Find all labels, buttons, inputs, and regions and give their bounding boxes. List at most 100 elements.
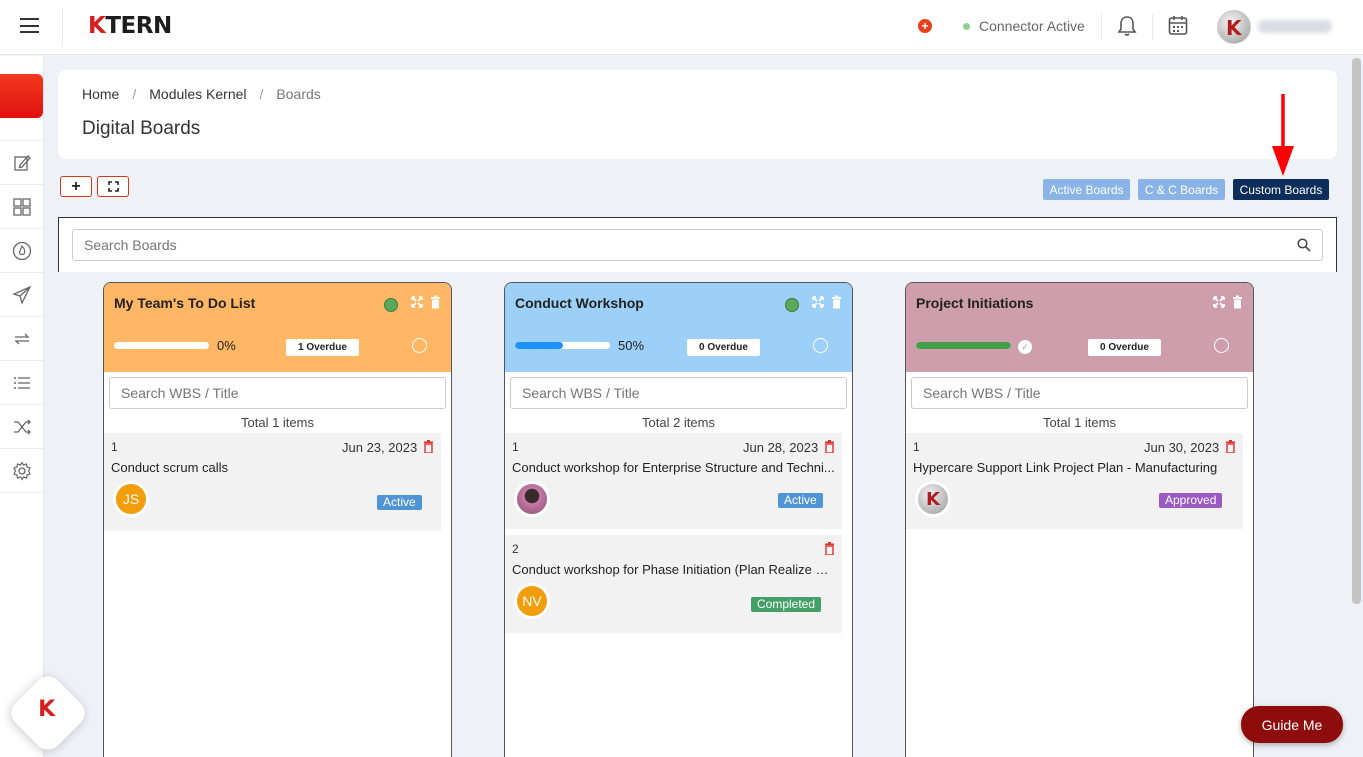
sidebar-item-shuffle[interactable] (0, 405, 43, 449)
task-card[interactable]: 1 Jun 30, 2023 Hypercare Support Link Pr… (906, 433, 1243, 529)
board-header: Conduct Workshop 50% 0 Overdue (505, 283, 852, 372)
card-list: 1 Jun 23, 2023 Conduct scrum calls JS Ac… (104, 433, 441, 757)
progress-fill (916, 342, 1011, 349)
fullscreen-button[interactable] (97, 176, 129, 197)
sidebar-active-item[interactable] (0, 74, 43, 118)
trash-icon[interactable] (824, 440, 835, 453)
overdue-badge: 0 Overdue (687, 339, 760, 356)
avatar (514, 481, 550, 517)
board-title[interactable]: My Team's To Do List (114, 295, 255, 311)
expand-icon[interactable] (1213, 296, 1225, 308)
overdue-badge: 0 Overdue (1088, 339, 1161, 356)
grid-icon (12, 197, 31, 216)
overdue-badge: 1 Overdue (286, 339, 359, 356)
guide-me-button[interactable]: Guide Me (1241, 706, 1343, 743)
app-logo[interactable]: KTERN (88, 13, 172, 39)
sync-icon (13, 333, 30, 344)
board-progress-bar (515, 342, 610, 349)
breadcrumb-separator: / (132, 86, 137, 102)
trash-icon[interactable] (1232, 295, 1243, 309)
flame-icon (12, 241, 31, 260)
card-number: 1 (913, 440, 920, 454)
board-progress-bar (916, 342, 1011, 349)
radio-circle-icon[interactable] (1214, 338, 1229, 353)
trash-icon[interactable] (824, 542, 835, 555)
task-card[interactable]: 2 Conduct workshop for Phase Initiation … (505, 535, 842, 633)
sidebar-item-sync[interactable] (0, 317, 43, 361)
total-items: Total 1 items (241, 415, 314, 430)
board-column: Conduct Workshop 50% 0 Overdue Total 2 i… (504, 282, 853, 757)
expand-icon[interactable] (812, 296, 824, 308)
breadcrumb-home[interactable]: Home (82, 86, 119, 102)
breadcrumb: Home / Modules Kernel / Boards (82, 86, 321, 102)
avatar: K (915, 481, 951, 517)
card-title: Conduct workshop for Enterprise Structur… (512, 460, 835, 475)
list-icon (13, 376, 30, 389)
sidebar-item-fire[interactable] (0, 229, 43, 273)
add-circle-icon[interactable]: + (918, 19, 932, 33)
user-name-blurred[interactable] (1258, 20, 1332, 33)
user-avatar[interactable]: K (1217, 10, 1251, 44)
trash-icon[interactable] (430, 295, 441, 309)
add-board-button[interactable]: + (60, 176, 92, 197)
header-card: Home / Modules Kernel / Boards Digital B… (58, 70, 1337, 159)
board-progress-bar (114, 342, 209, 349)
search-wbs-input[interactable] (510, 377, 847, 409)
card-date: Jun 30, 2023 (1144, 440, 1220, 455)
card-list: 1 Jun 30, 2023 Hypercare Support Link Pr… (906, 433, 1243, 757)
sidebar-item-notes[interactable] (0, 141, 43, 185)
bell-icon[interactable] (1117, 15, 1137, 37)
board-title[interactable]: Conduct Workshop (515, 295, 644, 311)
avatar: JS (113, 481, 149, 517)
search-wbs-input[interactable] (911, 377, 1248, 409)
edit-note-icon (13, 154, 31, 171)
sidebar-item-dashboard[interactable] (0, 185, 43, 229)
tab-cc-boards[interactable]: C & C Boards (1138, 179, 1225, 200)
search-boards-input[interactable] (72, 229, 1323, 261)
breadcrumb-boards: Boards (276, 86, 321, 102)
trash-icon[interactable] (831, 295, 842, 309)
card-date: Jun 28, 2023 (743, 440, 819, 455)
tab-active-boards[interactable]: Active Boards (1043, 179, 1130, 200)
trash-icon[interactable] (423, 440, 434, 453)
progress-percent: 0% (217, 338, 236, 353)
status-badge: Approved (1159, 493, 1223, 508)
status-dot-icon (963, 22, 970, 30)
check-icon: ✓ (1018, 340, 1032, 354)
radio-circle-icon[interactable] (412, 338, 427, 353)
board-header: My Team's To Do List 0% 1 Overdue (104, 283, 451, 372)
page-scrollbar[interactable] (1352, 58, 1361, 604)
board-column: My Team's To Do List 0% 1 Overdue Total … (103, 282, 452, 757)
divider (1152, 14, 1153, 40)
board-title[interactable]: Project Initiations (916, 295, 1033, 311)
progress-percent: 50% (618, 338, 645, 353)
total-items: Total 1 items (1043, 415, 1116, 430)
task-card[interactable]: 1 Jun 23, 2023 Conduct scrum calls JS Ac… (104, 433, 441, 531)
breadcrumb-modules-kernel[interactable]: Modules Kernel (149, 86, 246, 102)
task-card[interactable]: 1 Jun 28, 2023 Conduct workshop for Ente… (505, 433, 842, 529)
card-title: Conduct scrum calls (111, 460, 229, 475)
top-bar: KTERN + Connector Active K (0, 0, 1363, 55)
total-items: Total 2 items (642, 415, 715, 430)
card-number: 1 (512, 440, 519, 454)
card-date: Jun 23, 2023 (342, 440, 418, 455)
search-wbs-input[interactable] (109, 377, 446, 409)
radio-circle-icon[interactable] (813, 338, 828, 353)
expand-icon[interactable] (411, 296, 423, 308)
card-list: 1 Jun 28, 2023 Conduct workshop for Ente… (505, 433, 842, 757)
sidebar-item-send[interactable] (0, 273, 43, 317)
card-title: Conduct workshop for Phase Initiation (P… (512, 562, 837, 577)
calendar-icon[interactable] (1168, 15, 1188, 36)
tab-custom-boards[interactable]: Custom Boards (1233, 179, 1329, 200)
trash-icon[interactable] (1225, 440, 1236, 453)
menu-icon[interactable] (20, 18, 39, 33)
sidebar-item-settings[interactable] (0, 449, 43, 493)
avatar: NV (514, 583, 550, 619)
card-number: 1 (111, 440, 118, 454)
search-icon[interactable] (1297, 238, 1311, 252)
left-sidebar (0, 56, 44, 757)
arrow-annotation-icon (1272, 94, 1294, 176)
progress-fill (515, 342, 563, 349)
connector-status: Connector Active (963, 18, 1085, 34)
sidebar-item-list[interactable] (0, 361, 43, 405)
